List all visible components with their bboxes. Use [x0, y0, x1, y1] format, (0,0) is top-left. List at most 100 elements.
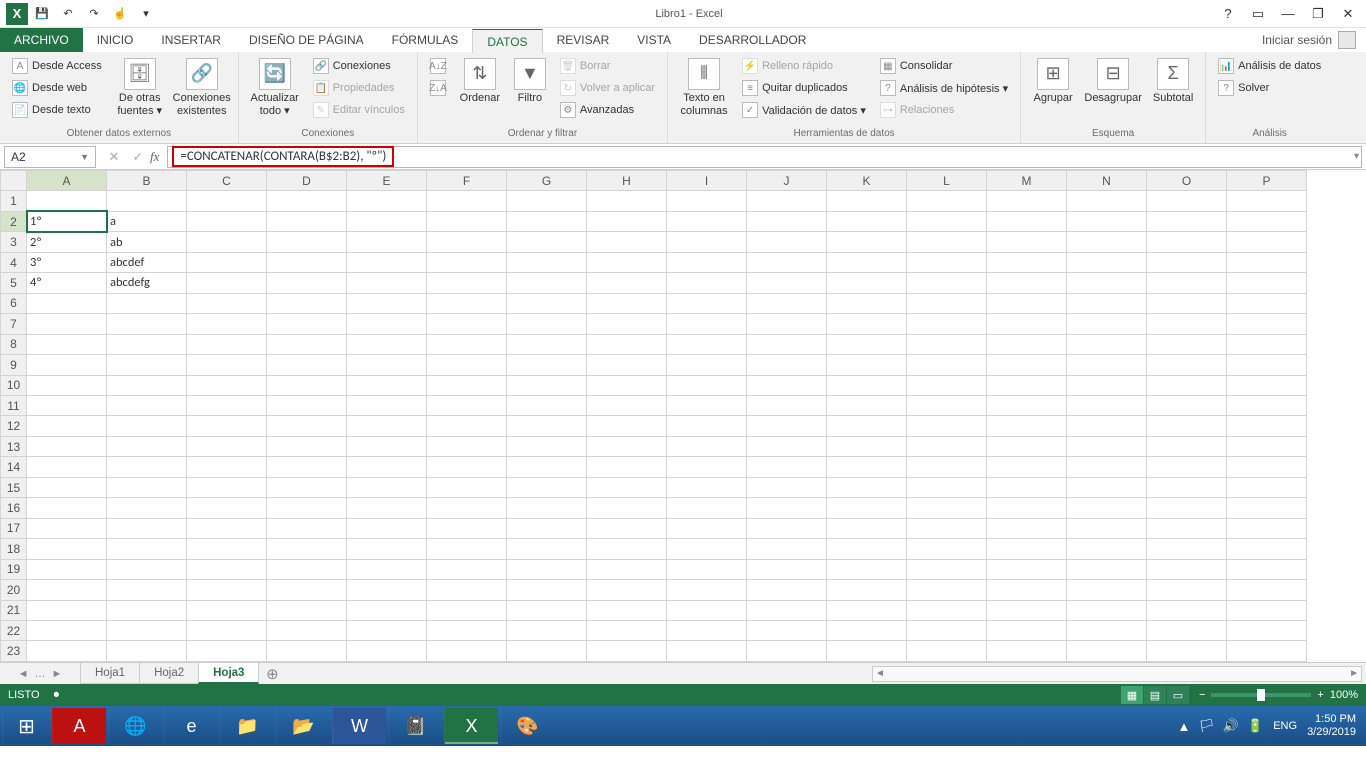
sheet-next-icon[interactable]: ►	[52, 668, 63, 680]
cell-A23[interactable]	[27, 641, 107, 662]
cell-N3[interactable]	[1067, 232, 1147, 252]
cell-O23[interactable]	[1147, 641, 1227, 662]
cell-A20[interactable]	[27, 580, 107, 600]
formula-input[interactable]: =CONCATENAR(CONTARA(B$2:B2), "º") ▾	[167, 146, 1362, 168]
cell-F20[interactable]	[427, 580, 507, 600]
connections-button[interactable]: 🔗Conexiones	[309, 56, 409, 76]
cell-K19[interactable]	[827, 559, 907, 579]
cell-E4[interactable]	[347, 252, 427, 272]
row-header-21[interactable]: 21	[1, 600, 27, 620]
tray-battery-icon[interactable]: 🔋	[1247, 718, 1263, 734]
cell-M15[interactable]	[987, 477, 1067, 497]
cell-I5[interactable]	[667, 273, 747, 293]
cell-K13[interactable]	[827, 436, 907, 456]
cell-L10[interactable]	[907, 375, 987, 395]
cell-K16[interactable]	[827, 498, 907, 518]
zoom-out-button[interactable]: −	[1199, 689, 1205, 701]
cell-B12[interactable]	[107, 416, 187, 436]
cell-G4[interactable]	[507, 252, 587, 272]
cell-H15[interactable]	[587, 477, 667, 497]
cell-J4[interactable]	[747, 252, 827, 272]
cell-E1[interactable]	[347, 191, 427, 211]
cell-M10[interactable]	[987, 375, 1067, 395]
cell-F11[interactable]	[427, 395, 507, 415]
cell-J14[interactable]	[747, 457, 827, 477]
cell-L7[interactable]	[907, 314, 987, 334]
taskbar-folder-icon[interactable]: 📂	[276, 708, 330, 744]
cell-P4[interactable]	[1227, 252, 1307, 272]
cell-H23[interactable]	[587, 641, 667, 662]
cell-A6[interactable]	[27, 293, 107, 313]
cell-I23[interactable]	[667, 641, 747, 662]
cell-B2[interactable]: a	[107, 211, 187, 231]
row-header-6[interactable]: 6	[1, 293, 27, 313]
row-header-3[interactable]: 3	[1, 232, 27, 252]
cell-E3[interactable]	[347, 232, 427, 252]
cell-O4[interactable]	[1147, 252, 1227, 272]
cell-C8[interactable]	[187, 334, 267, 354]
start-button[interactable]: ⊞	[2, 708, 50, 744]
cell-P14[interactable]	[1227, 457, 1307, 477]
cell-B15[interactable]	[107, 477, 187, 497]
cell-C23[interactable]	[187, 641, 267, 662]
cell-N1[interactable]	[1067, 191, 1147, 211]
cell-D2[interactable]	[267, 211, 347, 231]
row-header-7[interactable]: 7	[1, 314, 27, 334]
cell-J5[interactable]	[747, 273, 827, 293]
cell-C1[interactable]	[187, 191, 267, 211]
cell-I1[interactable]	[667, 191, 747, 211]
cell-O13[interactable]	[1147, 436, 1227, 456]
column-header-I[interactable]: I	[667, 171, 747, 191]
cell-H3[interactable]	[587, 232, 667, 252]
cell-O3[interactable]	[1147, 232, 1227, 252]
cell-P10[interactable]	[1227, 375, 1307, 395]
cell-B11[interactable]	[107, 395, 187, 415]
cell-L20[interactable]	[907, 580, 987, 600]
column-header-E[interactable]: E	[347, 171, 427, 191]
cell-M11[interactable]	[987, 395, 1067, 415]
cell-I16[interactable]	[667, 498, 747, 518]
cell-O19[interactable]	[1147, 559, 1227, 579]
cell-C5[interactable]	[187, 273, 267, 293]
cell-H11[interactable]	[587, 395, 667, 415]
existing-connections-button[interactable]: 🔗Conexiones existentes	[174, 56, 230, 120]
whatif-button[interactable]: ?Análisis de hipótesis ▾	[876, 78, 1012, 98]
row-header-12[interactable]: 12	[1, 416, 27, 436]
touch-mode-icon[interactable]: ☝	[108, 3, 132, 25]
cell-H18[interactable]	[587, 539, 667, 559]
cell-J7[interactable]	[747, 314, 827, 334]
cell-P20[interactable]	[1227, 580, 1307, 600]
cell-G14[interactable]	[507, 457, 587, 477]
row-header-19[interactable]: 19	[1, 559, 27, 579]
cell-H8[interactable]	[587, 334, 667, 354]
cell-F13[interactable]	[427, 436, 507, 456]
cell-L1[interactable]	[907, 191, 987, 211]
cell-O8[interactable]	[1147, 334, 1227, 354]
cell-J22[interactable]	[747, 620, 827, 640]
cell-A10[interactable]	[27, 375, 107, 395]
cell-L17[interactable]	[907, 518, 987, 538]
cell-H6[interactable]	[587, 293, 667, 313]
cell-K9[interactable]	[827, 355, 907, 375]
cell-L12[interactable]	[907, 416, 987, 436]
cell-E14[interactable]	[347, 457, 427, 477]
cell-A16[interactable]	[27, 498, 107, 518]
close-icon[interactable]: ✕	[1334, 3, 1362, 25]
cell-M12[interactable]	[987, 416, 1067, 436]
cell-C13[interactable]	[187, 436, 267, 456]
cell-E13[interactable]	[347, 436, 427, 456]
cell-G20[interactable]	[507, 580, 587, 600]
cell-D9[interactable]	[267, 355, 347, 375]
cell-N2[interactable]	[1067, 211, 1147, 231]
cell-K18[interactable]	[827, 539, 907, 559]
cell-C18[interactable]	[187, 539, 267, 559]
cell-O16[interactable]	[1147, 498, 1227, 518]
cell-L15[interactable]	[907, 477, 987, 497]
cell-G5[interactable]	[507, 273, 587, 293]
cell-F5[interactable]	[427, 273, 507, 293]
cell-H10[interactable]	[587, 375, 667, 395]
cell-E2[interactable]	[347, 211, 427, 231]
cell-P16[interactable]	[1227, 498, 1307, 518]
column-header-O[interactable]: O	[1147, 171, 1227, 191]
cell-B9[interactable]	[107, 355, 187, 375]
